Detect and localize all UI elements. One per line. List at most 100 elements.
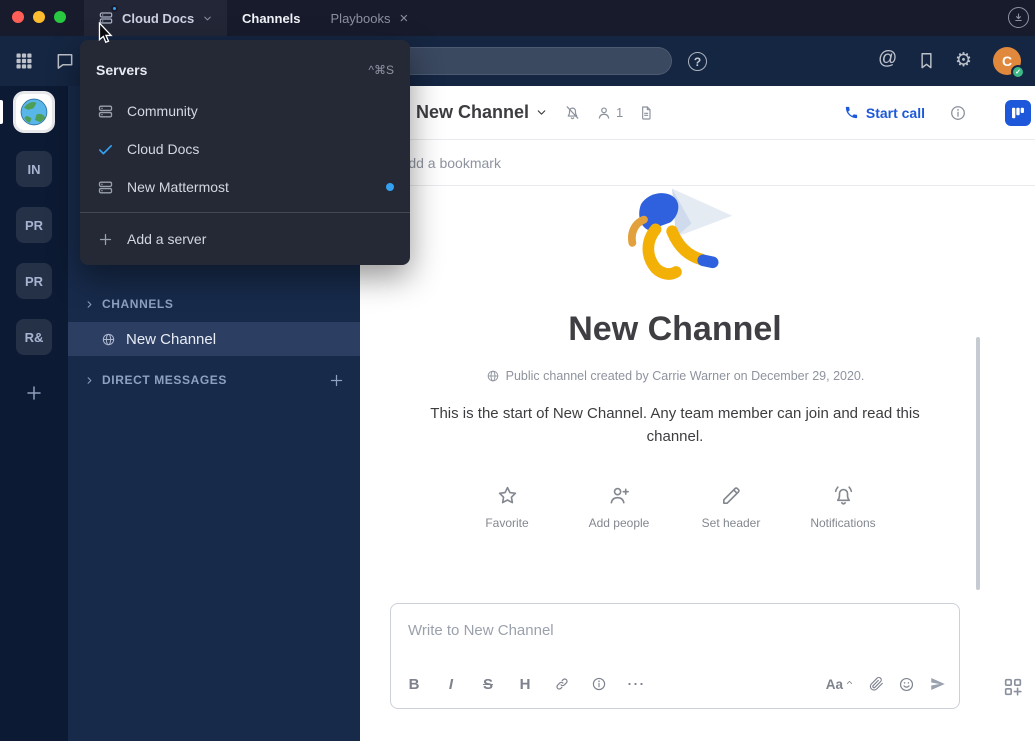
star-icon — [496, 484, 519, 507]
favorite-label: Favorite — [485, 516, 528, 530]
info-circle-icon[interactable] — [584, 669, 614, 699]
help-label: ? — [694, 55, 701, 69]
channel-intro: New Channel Public channel created by Ca… — [360, 186, 990, 530]
tab-channels[interactable]: Channels — [242, 11, 301, 26]
person-plus-icon — [608, 484, 631, 507]
saved-posts-icon[interactable] — [917, 51, 936, 70]
close-tab-icon[interactable]: × — [400, 11, 409, 26]
add-bookmark-label: Add a bookmark — [399, 155, 501, 171]
servers-menu-title: Servers — [96, 62, 147, 78]
bookmark-bar[interactable]: Add a bookmark — [360, 140, 1035, 186]
window-close-button[interactable] — [12, 11, 24, 23]
formatting-toolbar: B I S H ⋯ Aa — [399, 664, 951, 704]
notifications-button[interactable]: Notifications — [802, 484, 884, 530]
chevron-right-icon — [84, 299, 95, 310]
notifications-label: Notifications — [810, 516, 875, 530]
add-server-label: Add a server — [127, 231, 206, 247]
start-call-button[interactable]: Start call — [844, 86, 925, 139]
channel-header: New Channel 1 Start call — [360, 86, 1035, 140]
boards-plugin-icon[interactable] — [1005, 100, 1031, 126]
plus-icon — [96, 232, 114, 247]
view-tabs: Channels Playbooks × — [242, 0, 408, 36]
server-item-label: New Mattermost — [127, 179, 229, 195]
set-header-button[interactable]: Set header — [690, 484, 772, 530]
add-direct-message-icon[interactable] — [329, 373, 344, 388]
team-initials: PR — [25, 218, 43, 233]
intro-channel-title: New Channel — [568, 310, 781, 349]
members-button[interactable]: 1 — [596, 105, 623, 121]
send-message-icon[interactable] — [929, 675, 947, 693]
team-tile[interactable]: IN — [16, 151, 52, 187]
emoji-smiley-icon[interactable] — [898, 676, 915, 693]
team-initials: R& — [25, 330, 44, 345]
team-initials: IN — [28, 162, 41, 177]
tab-playbooks[interactable]: Playbooks × — [331, 11, 409, 26]
message-input-placeholder[interactable]: Write to New Channel — [408, 622, 554, 639]
add-people-label: Add people — [589, 516, 650, 530]
unread-notification-dot — [386, 183, 394, 191]
servers-shortcut: ^⌘S — [368, 63, 394, 77]
settings-gear-icon[interactable]: ⚙ — [955, 49, 972, 71]
add-server-button[interactable]: Add a server — [80, 219, 410, 259]
bold-button[interactable]: B — [399, 669, 429, 699]
server-notification-dot — [111, 5, 118, 12]
server-icon — [96, 179, 114, 196]
team-sidebar: IN PR PR R& — [0, 86, 68, 741]
team-initials: PR — [25, 274, 43, 289]
italic-button[interactable]: I — [436, 669, 466, 699]
add-people-button[interactable]: Add people — [578, 484, 660, 530]
product-menu-icon[interactable] — [14, 51, 34, 71]
strikethrough-button[interactable]: S — [473, 669, 503, 699]
aa-label: Aa — [826, 677, 843, 692]
server-icon — [96, 103, 114, 120]
server-item-community[interactable]: Community — [80, 92, 410, 130]
tab-label: Channels — [242, 11, 301, 26]
team-tile[interactable]: PR — [16, 263, 52, 299]
team-tile[interactable]: R& — [16, 319, 52, 355]
channel-name: New Channel — [126, 331, 216, 348]
attachment-paperclip-icon[interactable] — [868, 676, 884, 692]
globe-icon — [486, 369, 500, 383]
window-titlebar: Cloud Docs Channels Playbooks × — [0, 0, 1035, 36]
apps-grid-icon[interactable] — [1002, 676, 1024, 698]
server-item-cloud-docs[interactable]: Cloud Docs — [80, 130, 410, 168]
tab-label: Playbooks — [331, 11, 391, 26]
window-minimize-button[interactable] — [33, 11, 45, 23]
window-zoom-button[interactable] — [54, 11, 66, 23]
intro-meta-text: Public channel created by Carrie Warner … — [506, 369, 865, 383]
heading-button[interactable]: H — [510, 669, 540, 699]
channel-title: New Channel — [416, 102, 529, 123]
channel-title-menu[interactable]: New Channel — [416, 102, 548, 123]
server-dropdown-button[interactable]: Cloud Docs — [84, 0, 227, 36]
channel-intro-illustration — [612, 186, 738, 292]
member-icon — [596, 105, 612, 121]
chevron-down-icon — [535, 106, 548, 119]
mentions-icon[interactable]: @ — [878, 48, 897, 70]
globe-team-image — [19, 97, 49, 127]
team-avatar-globe[interactable] — [16, 94, 52, 130]
start-call-label: Start call — [866, 105, 925, 121]
channel-info-icon[interactable] — [949, 104, 967, 122]
muted-bell-icon[interactable] — [564, 104, 581, 121]
team-tile[interactable]: PR — [16, 207, 52, 243]
add-team-button[interactable] — [16, 375, 52, 411]
channels-category[interactable]: CHANNELS — [68, 291, 360, 317]
update-download-icon[interactable] — [1008, 7, 1029, 28]
server-item-new-mattermost[interactable]: New Mattermost — [80, 168, 410, 206]
favorite-button[interactable]: Favorite — [466, 484, 548, 530]
channels-product-icon[interactable] — [55, 51, 75, 71]
pinned-files-icon[interactable] — [638, 105, 654, 121]
direct-messages-category[interactable]: DIRECT MESSAGES — [68, 367, 360, 393]
online-status-badge: ✓ — [1011, 65, 1025, 79]
vertical-scrollbar[interactable] — [976, 337, 980, 590]
more-formatting-button[interactable]: ⋯ — [621, 669, 651, 699]
chevron-down-icon — [202, 13, 213, 24]
help-button[interactable]: ? — [688, 52, 707, 71]
sidebar-item-new-channel[interactable]: New Channel — [68, 322, 360, 356]
server-icon — [98, 10, 114, 26]
text-format-toggle[interactable]: Aa — [826, 677, 854, 692]
phone-icon — [844, 105, 859, 120]
message-composer[interactable]: Write to New Channel B I S H ⋯ Aa — [390, 603, 960, 709]
user-avatar[interactable]: C ✓ — [993, 47, 1021, 75]
link-icon[interactable] — [547, 669, 577, 699]
